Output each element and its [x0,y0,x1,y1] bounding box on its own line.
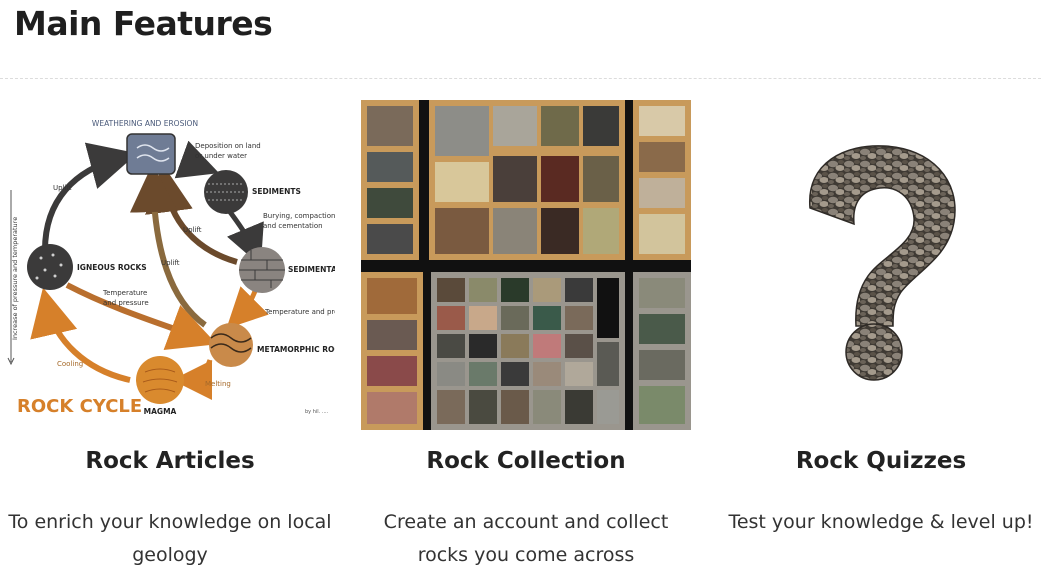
feature-description: To enrich your knowledge on local geolog… [8,511,332,566]
cooling-label: Cooling [57,360,83,368]
uplift-label-2: Uplift [183,226,202,234]
burying-label-2: and cementation [263,222,323,230]
deposition-label-2: or under water [195,152,247,160]
sedimentary-label: SEDIMENTARY [288,265,335,274]
igneous-node [27,244,73,290]
uplift-label-1: Uplift [53,184,72,192]
metamorphic-label: METAMORPHIC ROCKS [257,345,335,354]
rock-cycle-heading: ROCK CYCLE [17,396,142,417]
temperature-label-1: Temperature [102,289,147,297]
temperature-label-2: and pressure [103,299,149,307]
feature-title[interactable]: Rock Articles [0,448,340,474]
temperature-label-3: Temperature and pre [264,308,335,316]
diagram-credit: by hil. .... [305,409,329,415]
weathering-node [126,133,176,175]
magma-node [136,356,184,404]
feature-description: Test your knowledge & level up! [728,511,1034,533]
axis-label: Increase of pressure and temperature [11,217,19,340]
feature-card-rock-quizzes[interactable]: Rock Quizzes Test your knowledge & level… [711,100,1041,539]
section-divider [0,78,1041,79]
question-mark-dot [845,323,903,381]
rock-collection-photo[interactable] [361,100,691,430]
igneous-label: IGNEOUS ROCKS [77,263,147,272]
page-title: Main Features [14,4,273,43]
stone-question-mark[interactable] [716,100,1041,430]
feature-card-rock-collection[interactable]: Rock Collection Create an account and co… [356,100,696,572]
sediments-label: SEDIMENTS [252,187,301,196]
burying-label: Burying, compaction [263,212,335,220]
deposition-label: Deposition on land [195,142,261,150]
feature-description: Create an account and collect rocks you … [383,511,669,566]
feature-title[interactable]: Rock Collection [356,448,696,474]
rock-cycle-diagram[interactable]: Increase of pressure and temperature WEA… [5,100,335,430]
weathering-label: WEATHERING AND EROSION [92,119,198,128]
feature-title[interactable]: Rock Quizzes [711,448,1041,474]
melting-label: Melting [205,380,231,388]
feature-card-rock-articles[interactable]: Increase of pressure and temperature WEA… [0,100,340,572]
uplift-label-3: Uplift [161,259,180,267]
magma-label: MAGMA [144,407,177,416]
